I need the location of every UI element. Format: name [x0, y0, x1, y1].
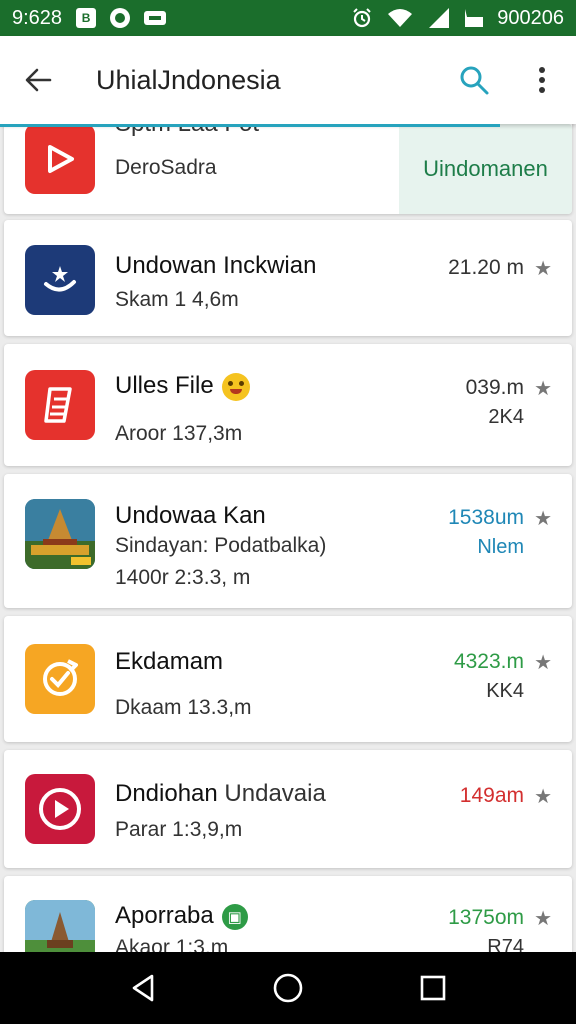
file-icon	[25, 370, 95, 440]
app-subtitle: Aroor 137,3m	[115, 422, 243, 445]
nav-home-icon	[273, 973, 303, 1003]
list-item[interactable]: Undowan Inckwian Skam 1 4,6m 21.20 m ★	[4, 220, 572, 336]
status-time: 9:628	[12, 6, 63, 29]
notification-b-icon: B	[76, 8, 97, 28]
nav-recents-button[interactable]	[408, 963, 458, 1013]
battery-icon	[465, 9, 484, 27]
smiley-emoji-icon	[221, 372, 250, 401]
signal-icon	[429, 8, 450, 28]
play-icon	[25, 124, 95, 194]
more-vert-icon	[539, 67, 545, 93]
app-list: Sptm Laa Fot DeroSadra Uindomanen Undowa…	[0, 124, 576, 952]
app-subtitle: DeroSadra	[115, 156, 217, 179]
list-item[interactable]: Undowaa Kan Sindayan: Podatbalka) 1400r …	[4, 474, 572, 608]
list-item[interactable]: Ekdamam Dkaam 13.3,m 4323.m KK4 ★	[4, 616, 572, 742]
temple-game-icon	[25, 499, 95, 569]
app-meta: R74	[487, 936, 524, 952]
app-size: 039.m	[465, 376, 524, 399]
app-name: Undowaa Kan	[115, 502, 266, 529]
status-left: 9:628 B	[12, 6, 167, 30]
nav-back-button[interactable]	[118, 963, 168, 1013]
temple-landscape-icon	[25, 900, 95, 952]
star-icon[interactable]: ★	[534, 506, 552, 531]
app-name: Undowan Inckwian	[115, 252, 317, 279]
list-item[interactable]: Dndiohan Undavaia Parar 1:3,9,m 149am ★	[4, 750, 572, 868]
star-icon[interactable]: ★	[534, 256, 552, 281]
play-circle-icon	[25, 774, 95, 844]
alarm-icon	[353, 8, 371, 28]
app-size: 4323.m	[453, 650, 524, 673]
app-subtitle: Akaor 1:3,m	[115, 936, 229, 952]
list-item[interactable]: Ulles File Aroor 137,3m 039.m 2K4 ★	[4, 344, 572, 466]
search-icon	[460, 66, 489, 95]
app-name-text: Aporraba	[115, 902, 214, 929]
app-meta: KK4	[486, 680, 524, 702]
nav-home-button[interactable]	[263, 963, 313, 1013]
app-name: Ekdamam	[115, 648, 224, 675]
nav-recents-icon	[421, 975, 446, 1001]
app-subtitle: Skam 1 4,6m	[115, 288, 239, 311]
more-options-button[interactable]	[508, 36, 576, 124]
star-icon[interactable]: ★	[534, 784, 552, 809]
app-size: 21.20 m	[448, 256, 524, 279]
back-button[interactable]	[0, 36, 76, 124]
app-meta: Nlem	[477, 536, 524, 558]
app-name-text: Dndiohan	[115, 780, 218, 807]
app-meta: 2K4	[488, 406, 524, 428]
nav-back-icon	[132, 974, 153, 1002]
refresh-download-icon	[25, 644, 95, 714]
app-subtitle: Dkaam 13.3,m	[115, 696, 252, 719]
loading-progress-line	[0, 124, 500, 127]
star-icon[interactable]: ★	[534, 650, 552, 675]
app-size: 1375om	[448, 906, 524, 929]
status-right-text: 900206	[497, 6, 564, 29]
install-button[interactable]: Uindomanen	[399, 124, 572, 214]
app-subtitle: Parar 1:3,9,m	[115, 818, 243, 841]
app-name: Ulles File	[115, 372, 250, 401]
notification-message-icon	[144, 11, 167, 25]
app-name: Aporraba ▣	[115, 902, 248, 930]
app-name-suffix: Undavaia	[224, 780, 326, 807]
back-arrow-icon	[25, 68, 52, 92]
app-subtitle: Sindayan: Podatbalka)	[115, 534, 327, 557]
verified-badge-icon: ▣	[221, 903, 248, 930]
page-title: UhialJndonesia	[96, 64, 281, 95]
app-bar: UhialJndonesia	[0, 36, 576, 127]
app-size: 1538um	[448, 506, 524, 529]
app-subtitle-2: 1400r 2:3.3, m	[115, 566, 251, 589]
moon-star-icon	[25, 245, 95, 315]
wifi-icon	[388, 9, 413, 27]
star-icon[interactable]: ★	[534, 906, 552, 931]
status-bar: 9:628 B 900206	[0, 0, 576, 36]
notification-circle-icon	[110, 8, 131, 28]
navigation-bar	[0, 952, 576, 1024]
search-button[interactable]	[440, 36, 508, 124]
star-icon[interactable]: ★	[534, 376, 552, 401]
list-item[interactable]: Aporraba ▣ Akaor 1:3,m 1375om R74 ★	[4, 876, 572, 952]
status-right: 900206	[351, 7, 564, 30]
app-name: Dndiohan Undavaia	[115, 780, 326, 808]
app-name-text: Ulles File	[115, 372, 214, 399]
list-item[interactable]: Sptm Laa Fot DeroSadra Uindomanen	[4, 124, 572, 214]
app-size: 149am	[459, 784, 524, 807]
